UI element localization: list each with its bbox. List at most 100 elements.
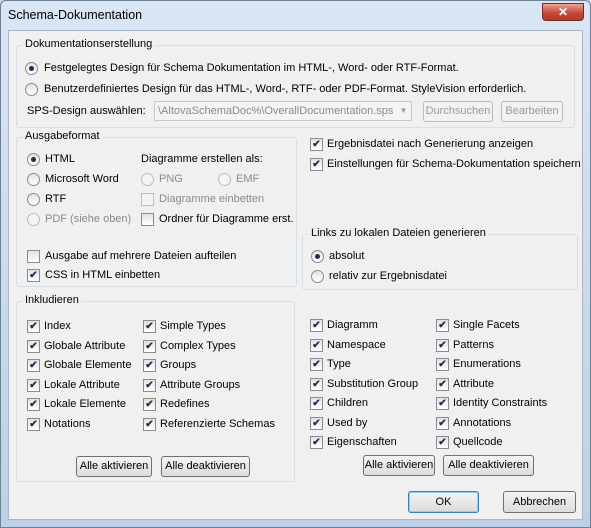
relative-radio[interactable] <box>311 270 324 283</box>
include-option-label[interactable]: Diagramm <box>327 319 378 331</box>
rtf-radio[interactable] <box>27 193 40 206</box>
include-option-label[interactable]: Complex Types <box>160 340 236 352</box>
html-label[interactable]: HTML <box>45 153 75 165</box>
include-option-label[interactable]: Simple Types <box>160 320 226 332</box>
png-radio[interactable] <box>141 173 154 186</box>
include-option-label[interactable]: Used by <box>327 417 367 429</box>
include-checkbox[interactable]: ✔ <box>143 359 156 372</box>
png-label[interactable]: PNG <box>159 173 183 185</box>
include-checkbox[interactable]: ✔ <box>310 397 323 410</box>
include-option-label[interactable]: Lokale Attribute <box>44 379 120 391</box>
include-option-label[interactable]: Groups <box>160 359 196 371</box>
relative-label[interactable]: relativ zur Ergebnisdatei <box>329 270 447 282</box>
fixed-design-label[interactable]: Festgelegtes Design für Schema Dokumenta… <box>44 62 459 74</box>
custom-design-label[interactable]: Benutzerdefiniertes Design für das HTML-… <box>44 83 526 95</box>
include-option-label[interactable]: Annotations <box>453 417 511 429</box>
browse-button[interactable]: Durchsuchen <box>423 101 493 122</box>
include-checkbox[interactable]: ✔ <box>143 378 156 392</box>
include-checkbox[interactable]: ✔ <box>310 358 323 371</box>
fixed-design-radio[interactable] <box>25 62 38 75</box>
sps-design-label: SPS-Design auswählen: <box>27 105 146 117</box>
emf-radio[interactable] <box>218 173 231 186</box>
include-checkbox[interactable]: ✔ <box>310 319 323 332</box>
include-checkbox[interactable]: ✔ <box>436 397 449 410</box>
html-radio[interactable] <box>27 153 40 166</box>
emf-label[interactable]: EMF <box>236 173 259 185</box>
include-option-label[interactable]: Quellcode <box>453 436 503 448</box>
include-option-label[interactable]: Single Facets <box>453 319 520 331</box>
close-button[interactable]: ✕ <box>542 3 584 21</box>
embed-css-label[interactable]: CSS in HTML einbetten <box>45 269 160 281</box>
include-option-label[interactable]: Index <box>44 320 71 332</box>
include-checkbox[interactable]: ✔ <box>436 436 449 449</box>
include-checkbox[interactable]: ✔ <box>310 416 323 430</box>
include-checkbox[interactable]: ✔ <box>310 377 323 391</box>
word-label[interactable]: Microsoft Word <box>45 173 119 185</box>
include-checkbox[interactable]: ✔ <box>143 417 156 431</box>
close-icon: ✕ <box>557 5 569 19</box>
details-deactivate-all-button[interactable]: Alle deaktivieren <box>443 455 534 476</box>
include-checkbox[interactable]: ✔ <box>27 339 40 353</box>
include-option-label[interactable]: Children <box>327 397 368 409</box>
sps-design-select[interactable]: \AltovaSchemaDoc%\OverallDocumentation.s… <box>154 101 412 121</box>
cancel-button[interactable]: Abbrechen <box>503 491 576 513</box>
include-checkbox[interactable]: ✔ <box>143 398 156 411</box>
embed-css-checkbox[interactable]: ✔ <box>27 269 40 282</box>
include-checkbox[interactable]: ✔ <box>27 398 40 411</box>
include-option-label[interactable]: Attribute <box>453 378 494 390</box>
show-result-label[interactable]: Ergebnisdatei nach Generierung anzeigen <box>327 138 533 150</box>
include-option-label[interactable]: Globale Elemente <box>44 359 131 371</box>
include-checkbox[interactable]: ✔ <box>436 358 449 371</box>
include-option-label[interactable]: Eigenschaften <box>327 436 397 448</box>
include-checkbox[interactable]: ✔ <box>310 436 323 449</box>
pdf-radio[interactable] <box>27 213 40 226</box>
include-checkbox[interactable]: ✔ <box>143 320 156 333</box>
include-option-label[interactable]: Notations <box>44 418 90 430</box>
include-option-label[interactable]: Redefines <box>160 398 210 410</box>
output-format-legend: Ausgabeformat <box>23 130 102 142</box>
pdf-label[interactable]: PDF (siehe oben) <box>45 213 131 225</box>
absolute-radio[interactable] <box>311 250 324 263</box>
diagram-folder-label[interactable]: Ordner für Diagramme erst. <box>159 213 293 225</box>
ok-button[interactable]: OK <box>408 491 479 513</box>
include-checkbox[interactable]: ✔ <box>27 320 40 333</box>
dialog-body: Dokumentationserstellung Festgelegtes De… <box>8 30 583 520</box>
word-radio[interactable] <box>27 173 40 186</box>
details-activate-all-button[interactable]: Alle aktivieren <box>363 455 435 476</box>
include-option-label[interactable]: Type <box>327 358 351 370</box>
diagram-folder-checkbox[interactable] <box>141 213 154 226</box>
include-checkbox[interactable]: ✔ <box>436 319 449 332</box>
include-checkbox[interactable]: ✔ <box>436 416 449 430</box>
save-settings-checkbox[interactable]: ✔ <box>310 158 323 171</box>
custom-design-radio[interactable] <box>25 83 38 96</box>
include-checkbox[interactable]: ✔ <box>436 377 449 391</box>
include-checkbox[interactable]: ✔ <box>27 359 40 372</box>
include-option-label[interactable]: Namespace <box>327 339 386 351</box>
edit-button[interactable]: Bearbeiten <box>501 101 563 122</box>
embed-diagrams-checkbox[interactable] <box>141 193 154 206</box>
rtf-label[interactable]: RTF <box>45 193 66 205</box>
include-checkbox[interactable]: ✔ <box>27 378 40 392</box>
split-files-label[interactable]: Ausgabe auf mehrere Dateien aufteilen <box>45 250 236 262</box>
embed-diagrams-label[interactable]: Diagramme einbetten <box>159 193 264 205</box>
include-checkbox[interactable]: ✔ <box>310 338 323 352</box>
include-option-label[interactable]: Lokale Elemente <box>44 398 126 410</box>
include-option-label[interactable]: Patterns <box>453 339 494 351</box>
absolute-label[interactable]: absolut <box>329 250 364 262</box>
details-group: ✔ Diagramm ✔ Namespace ✔ Type ✔ Substitution Gr… <box>302 301 578 482</box>
include-option-label[interactable]: Attribute Groups <box>160 379 240 391</box>
include-option-label[interactable]: Globale Attribute <box>44 340 125 352</box>
split-files-checkbox[interactable] <box>27 250 40 263</box>
show-result-checkbox[interactable]: ✔ <box>310 138 323 151</box>
include-activate-all-button[interactable]: Alle aktivieren <box>76 456 152 477</box>
include-option-label[interactable]: Identity Constraints <box>453 397 547 409</box>
include-checkbox[interactable]: ✔ <box>436 338 449 352</box>
include-option-label[interactable]: Referenzierte Schemas <box>160 418 275 430</box>
links-group: Links zu lokalen Dateien generieren abso… <box>302 227 578 290</box>
include-checkbox[interactable]: ✔ <box>27 417 40 431</box>
include-option-label[interactable]: Enumerations <box>453 358 521 370</box>
save-settings-label[interactable]: Einstellungen für Schema-Dokumentation s… <box>327 158 581 170</box>
include-deactivate-all-button[interactable]: Alle deaktivieren <box>161 456 250 477</box>
include-option-label[interactable]: Substitution Group <box>327 378 418 390</box>
include-checkbox[interactable]: ✔ <box>143 339 156 353</box>
